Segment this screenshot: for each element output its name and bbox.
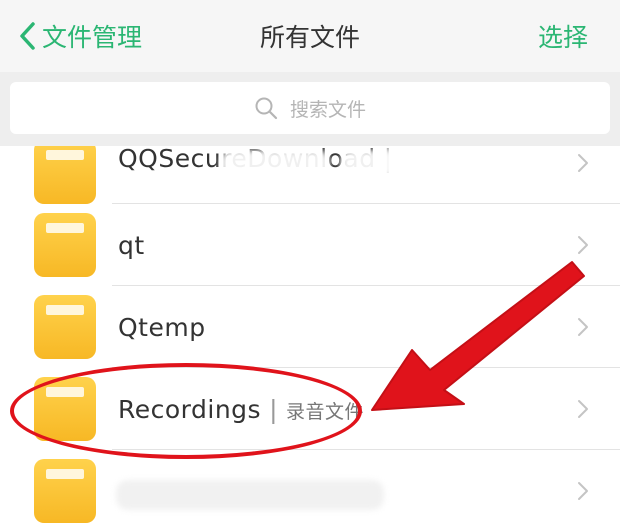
select-button[interactable]: 选择 <box>538 18 620 54</box>
annotation-arrow-icon <box>371 261 585 411</box>
